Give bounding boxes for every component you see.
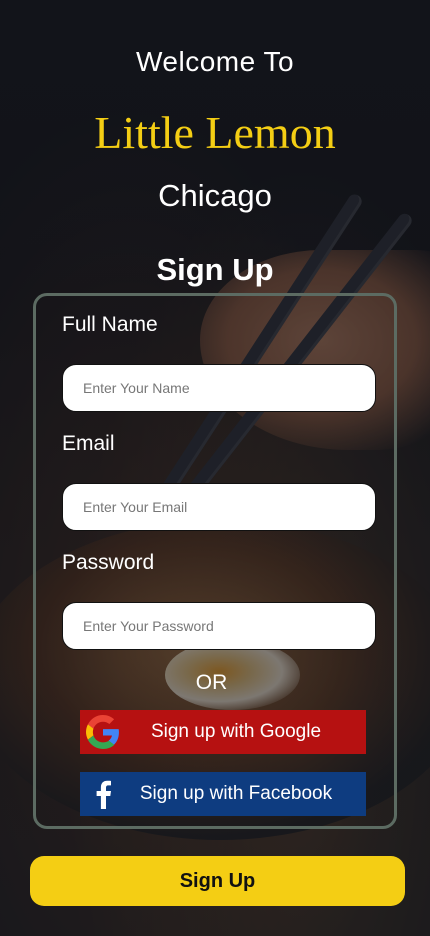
facebook-icon bbox=[80, 772, 126, 816]
welcome-text: Welcome To bbox=[135, 46, 295, 77]
password-input[interactable] bbox=[62, 602, 376, 650]
or-divider: OR bbox=[195, 671, 228, 694]
city-subtitle: Chicago bbox=[158, 178, 272, 213]
facebook-signup-label: Sign up with Facebook bbox=[139, 783, 333, 804]
google-icon bbox=[80, 710, 126, 754]
full-name-label: Full Name bbox=[62, 313, 158, 336]
email-label: Email bbox=[62, 432, 115, 455]
sign-up-button[interactable]: Sign Up bbox=[30, 856, 405, 906]
google-signup-label: Sign up with Google bbox=[150, 721, 322, 742]
signup-heading: Sign Up bbox=[156, 252, 274, 287]
full-name-input[interactable] bbox=[62, 364, 376, 412]
google-signup-button[interactable]: Sign up with Google bbox=[80, 710, 366, 754]
brand-title: Little Lemon bbox=[94, 107, 336, 158]
email-input[interactable] bbox=[62, 483, 376, 531]
password-label: Password bbox=[62, 551, 155, 574]
facebook-signup-button[interactable]: Sign up with Facebook bbox=[80, 772, 366, 816]
